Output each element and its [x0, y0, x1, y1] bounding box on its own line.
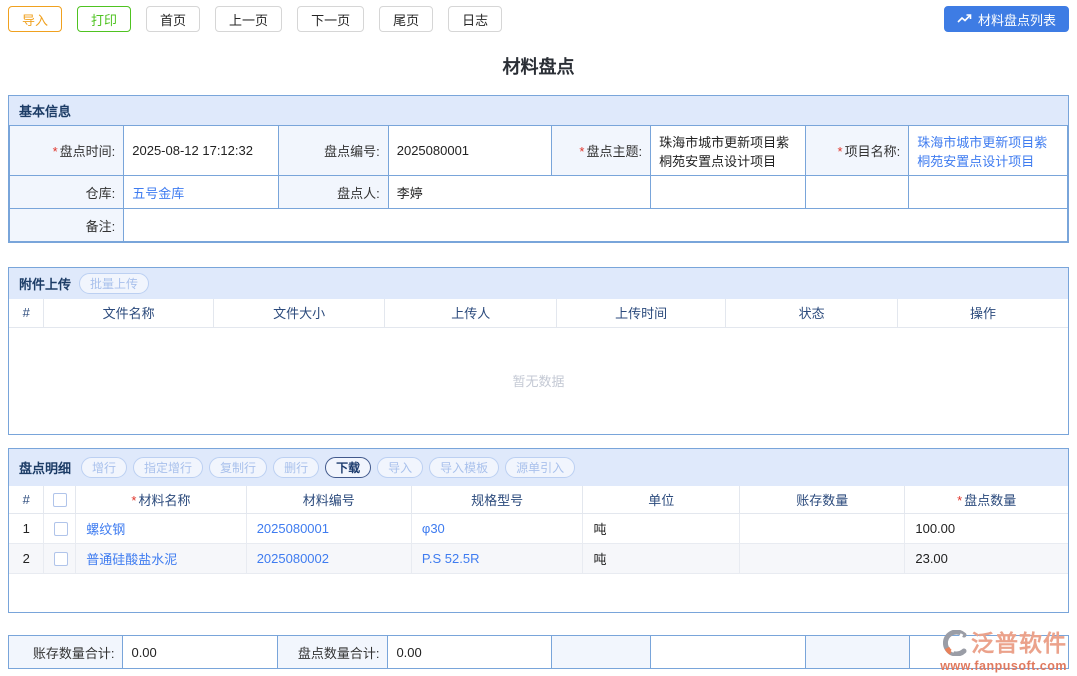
summary-bar: 账存数量合计: 0.00 盘点数量合计: 0.00: [8, 635, 1069, 669]
copy-row-button[interactable]: 复制行: [209, 457, 267, 478]
subject-label: *盘点主题:: [551, 126, 650, 176]
subject-value[interactable]: 珠海市城市更新项目紫桐苑安置点设计项目: [651, 126, 805, 176]
warehouse-link[interactable]: 五号金库: [132, 186, 184, 201]
material-check-list-label: 材料盘点列表: [978, 10, 1056, 29]
detail-table: # *材料名称 材料编号 规格型号 单位 账存数量 *盘点数量 1 螺纹钢 20…: [9, 486, 1068, 575]
project-label: *项目名称:: [805, 126, 909, 176]
empty-cell: [651, 636, 806, 669]
empty-cell: [909, 636, 1068, 669]
detail-title: 盘点明细: [19, 458, 71, 477]
material-unit: 吨: [583, 514, 740, 544]
page-title: 材料盘点: [0, 53, 1077, 79]
log-button[interactable]: 日志: [448, 6, 502, 32]
batch-upload-button[interactable]: 批量上传: [79, 273, 149, 294]
import-rows-button[interactable]: 导入: [377, 457, 423, 478]
table-row: 2 普通硅酸盐水泥 2025080002 P.S 52.5R 吨 23.00: [9, 544, 1068, 574]
top-toolbar: 导入 打印 首页 上一页 下一页 尾页 日志 材料盘点列表: [0, 0, 1077, 39]
check-total-value: 0.00: [388, 636, 551, 669]
download-button[interactable]: 下载: [325, 457, 371, 478]
basic-info-panel: 基本信息 *盘点时间: 2025-08-12 17:12:32 盘点编号: 20…: [8, 95, 1069, 243]
checker-label: 盘点人:: [278, 176, 388, 209]
attachments-col-uploader: 上传人: [385, 299, 557, 327]
add-row-button[interactable]: 增行: [81, 457, 127, 478]
attachments-panel: 附件上传 批量上传 # 文件名称 文件大小 上传人 上传时间 状态 操作 暂无数…: [8, 267, 1069, 435]
delete-row-button[interactable]: 删行: [273, 457, 319, 478]
check-no-label: 盘点编号:: [278, 126, 388, 176]
warehouse-label: 仓库:: [10, 176, 124, 209]
next-page-button[interactable]: 下一页: [297, 6, 364, 32]
attachments-empty-state: 暂无数据: [9, 328, 1068, 434]
empty-cell: [806, 636, 910, 669]
table-row: 1 螺纹钢 2025080001 φ30 吨 100.00: [9, 514, 1068, 544]
checker-value[interactable]: 李婷: [388, 176, 650, 209]
material-unit: 吨: [583, 544, 740, 574]
check-qty[interactable]: 23.00: [905, 544, 1068, 574]
detail-col-spec: 规格型号: [411, 486, 583, 514]
attachments-col-actions: 操作: [897, 299, 1068, 327]
material-check-list-button[interactable]: 材料盘点列表: [944, 6, 1069, 32]
check-qty[interactable]: 100.00: [905, 514, 1068, 544]
last-page-button[interactable]: 尾页: [379, 6, 433, 32]
attachments-col-filename: 文件名称: [44, 299, 213, 327]
attachments-col-filesize: 文件大小: [213, 299, 385, 327]
detail-col-name: *材料名称: [76, 486, 246, 514]
material-name-link[interactable]: 螺纹钢: [86, 522, 125, 537]
stock-total-label: 账存数量合计:: [9, 636, 123, 669]
stock-qty[interactable]: [740, 514, 905, 544]
check-time-label: *盘点时间:: [10, 126, 124, 176]
basic-info-table: *盘点时间: 2025-08-12 17:12:32 盘点编号: 2025080…: [9, 125, 1068, 242]
check-time-value[interactable]: 2025-08-12 17:12:32: [124, 126, 278, 176]
detail-panel: 盘点明细 增行 指定增行 复制行 删行 下载 导入 导入模板 源单引入 # *材…: [8, 448, 1069, 614]
check-no-value[interactable]: 2025080001: [388, 126, 551, 176]
detail-col-unit: 单位: [583, 486, 740, 514]
prev-page-button[interactable]: 上一页: [215, 6, 282, 32]
empty-cell: [909, 176, 1068, 209]
check-total-label: 盘点数量合计:: [278, 636, 388, 669]
empty-cell: [551, 636, 651, 669]
row-index: 2: [9, 544, 44, 574]
material-name-link[interactable]: 普通硅酸盐水泥: [86, 552, 177, 567]
attachments-col-uploadtime: 上传时间: [556, 299, 725, 327]
stock-total-value: 0.00: [123, 636, 278, 669]
row-checkbox[interactable]: [54, 522, 68, 536]
remark-label: 备注:: [10, 209, 124, 242]
empty-cell: [651, 176, 805, 209]
detail-col-code: 材料编号: [246, 486, 411, 514]
insert-row-button[interactable]: 指定增行: [133, 457, 203, 478]
attachments-table: # 文件名称 文件大小 上传人 上传时间 状态 操作: [9, 299, 1068, 328]
select-all-checkbox[interactable]: [53, 493, 67, 507]
first-page-button[interactable]: 首页: [146, 6, 200, 32]
detail-col-index: #: [9, 486, 44, 514]
project-name-link[interactable]: 珠海市城市更新项目紫桐苑安置点设计项目: [917, 135, 1047, 169]
detail-col-stock-qty: 账存数量: [740, 486, 905, 514]
empty-cell: [805, 176, 909, 209]
basic-info-title: 基本信息: [19, 101, 71, 120]
import-template-button[interactable]: 导入模板: [429, 457, 499, 478]
row-checkbox[interactable]: [54, 552, 68, 566]
stock-qty[interactable]: [740, 544, 905, 574]
print-button[interactable]: 打印: [77, 6, 131, 32]
detail-empty-space: [9, 574, 1068, 612]
material-code-link[interactable]: 2025080001: [257, 521, 329, 536]
material-spec-link[interactable]: φ30: [422, 521, 445, 536]
trending-up-icon: [957, 13, 972, 25]
import-button[interactable]: 导入: [8, 6, 62, 32]
attachments-title: 附件上传: [19, 274, 71, 293]
remark-value[interactable]: [124, 209, 1068, 242]
row-index: 1: [9, 514, 44, 544]
attachments-col-index: #: [9, 299, 44, 327]
attachments-col-status: 状态: [726, 299, 898, 327]
material-code-link[interactable]: 2025080002: [257, 551, 329, 566]
material-spec-link[interactable]: P.S 52.5R: [422, 551, 480, 566]
detail-col-check-qty: *盘点数量: [905, 486, 1068, 514]
source-import-button[interactable]: 源单引入: [505, 457, 575, 478]
